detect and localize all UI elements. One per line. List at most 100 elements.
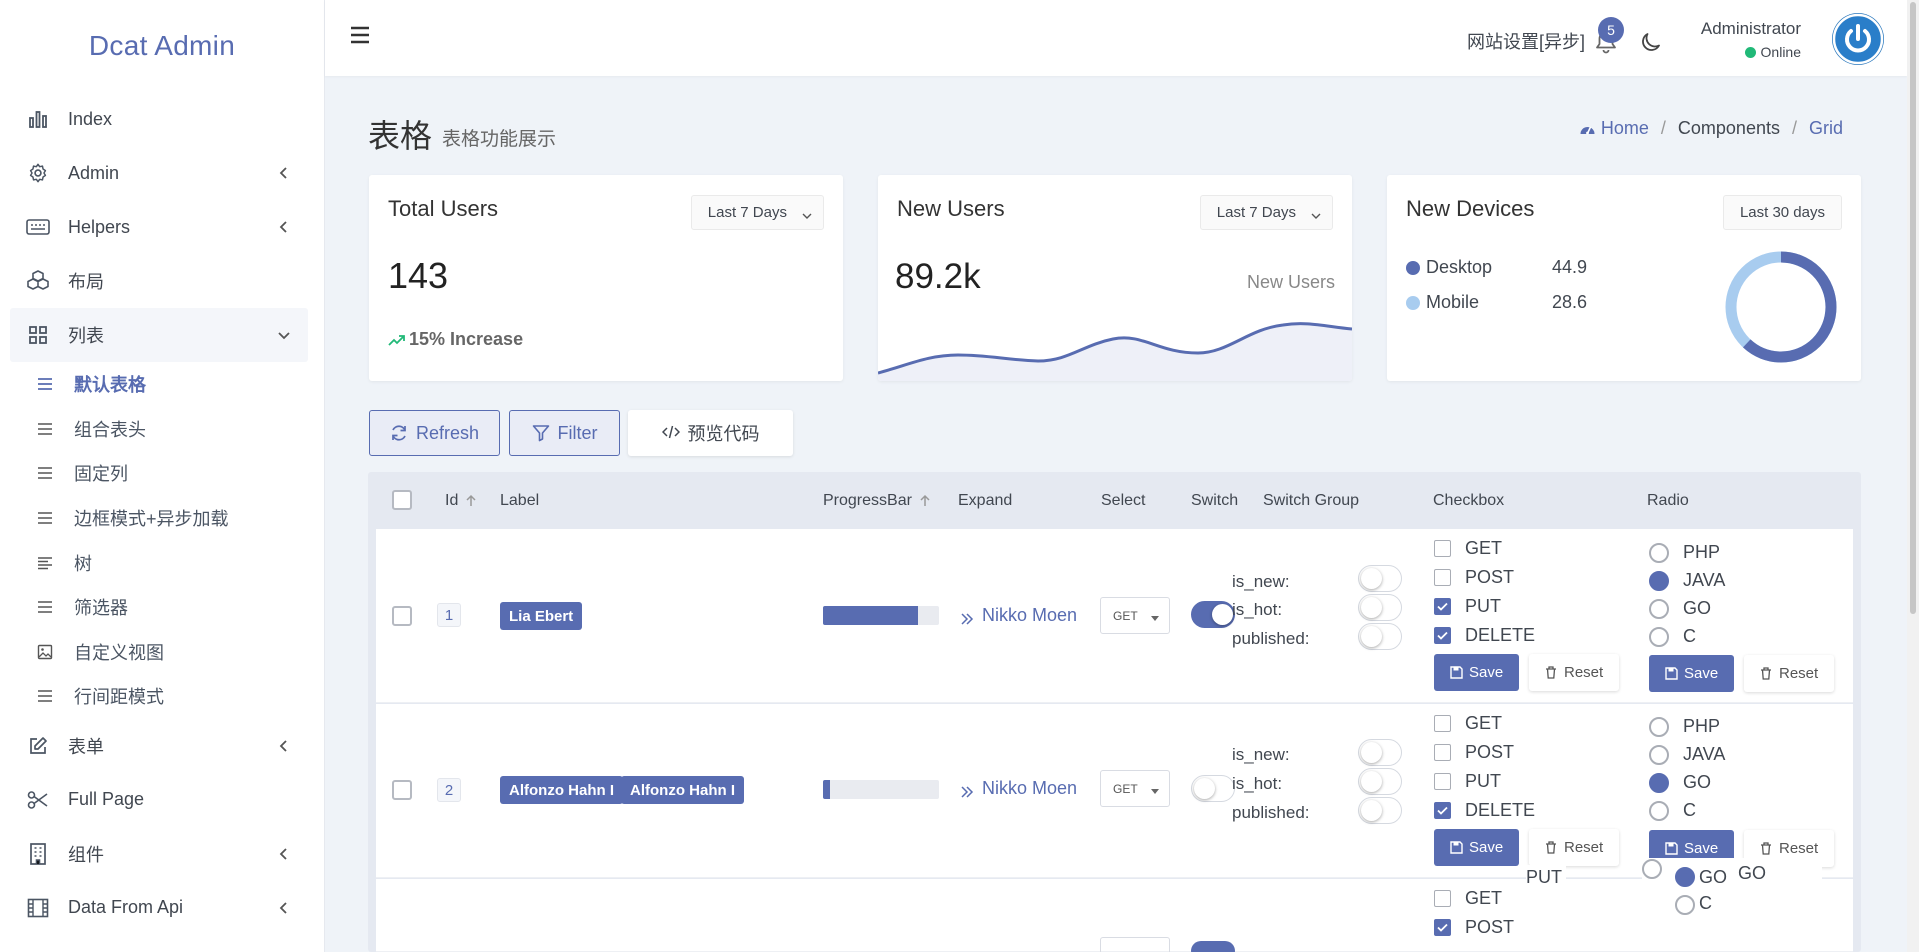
double-chevron-right-icon [960,609,974,625]
expand-link[interactable]: Nikko Moen [960,605,1077,626]
checkbox-reset-button[interactable]: Reset [1529,654,1620,691]
breadcrumb-home[interactable]: Home [1601,118,1649,139]
refresh-button[interactable]: Refresh [369,410,500,456]
is-hot-switch[interactable] [1358,594,1402,621]
method-select[interactable]: GET [1100,597,1170,634]
menu-toggle-icon[interactable] [350,26,370,46]
sidebar-item-label: 表单 [68,736,104,757]
status-switch[interactable] [1191,601,1235,628]
range-dropdown[interactable]: Last 7 Days [1199,195,1333,230]
sidebar-subitem-row-spacing[interactable]: 行间距模式 [0,674,324,719]
total-users-card: Total Users Last 7 Days 143 15% Increase [369,175,843,381]
legend-desktop: Desktop 44.9 [1406,257,1587,278]
checkbox-option-get[interactable]: GET [1434,713,1502,734]
site-setting-link[interactable]: 网站设置[异步] [1467,28,1585,54]
checkbox-option-delete[interactable]: DELETE [1434,625,1535,646]
checkbox-save-button[interactable]: Save [1434,829,1520,866]
trash-icon [1760,667,1773,680]
overlay-put-label: PUT [1526,867,1562,887]
status-switch[interactable] [1191,941,1235,952]
column-id[interactable]: Id [445,492,478,510]
legend-dot-icon [1406,260,1420,275]
sidebar-item-admin[interactable]: Admin [10,146,308,200]
radio-option-c[interactable]: C [1649,800,1696,821]
double-chevron-right-icon [960,782,974,798]
published-switch[interactable] [1358,623,1402,650]
filter-button[interactable]: Filter [509,410,620,456]
overlay-put-option[interactable]: PUT [1526,865,1566,887]
sidebar-subitem-label: 固定列 [74,464,128,485]
checkbox-option-post[interactable]: POST [1434,917,1514,938]
chevron-left-icon [276,219,292,235]
radio-option-java[interactable]: JAVA [1649,570,1725,591]
sidebar-subitem-fixed-columns[interactable]: 固定列 [0,451,324,496]
checkbox-option-post[interactable]: POST [1434,567,1514,588]
published-switch[interactable] [1358,797,1402,824]
select-all-checkbox[interactable] [392,490,412,510]
page-title: 表格 [368,118,433,154]
sidebar-item-list[interactable]: 列表 [10,308,308,362]
radio-option-php[interactable]: PHP [1649,716,1720,737]
notification-badge: 5 [1598,17,1624,43]
sidebar-subitem-custom-view[interactable]: 自定义视图 [0,630,324,675]
checkbox-option-get[interactable]: GET [1434,888,1502,909]
sidebar-item-data-from-api[interactable]: Data From Api [10,881,308,935]
floppy-icon [1450,666,1463,679]
trash-icon [1760,842,1773,855]
checkbox-reset-button[interactable]: Reset [1529,829,1620,866]
breadcrumb-grid[interactable]: Grid [1809,118,1843,139]
method-select[interactable] [1100,937,1170,952]
is-new-switch[interactable] [1358,739,1402,766]
checkbox-option-post[interactable]: POST [1434,742,1514,763]
sidebar-item-components[interactable]: 组件 [10,827,308,881]
breadcrumb-components[interactable]: Components [1678,118,1780,139]
checkbox-option-put[interactable]: PUT [1434,596,1501,617]
preview-code-button[interactable]: 预览代码 [628,410,793,456]
vertical-scrollbar[interactable] [1907,0,1919,952]
scrollbar-thumb[interactable] [1910,2,1916,614]
sidebar: Dcat Admin Index Admin Helpers 布局 列表 默认表… [0,0,325,952]
sidebar-subitem-border-mode[interactable]: 边框模式+异步加载 [0,496,324,541]
radio-option-php[interactable]: PHP [1649,542,1720,563]
radio-save-button[interactable]: Save [1649,655,1735,692]
method-select[interactable]: GET [1100,770,1170,807]
checkbox-box [1434,540,1451,557]
row-checkbox[interactable] [392,606,412,631]
radio-option-go[interactable]: GO [1649,598,1711,619]
brand-logo[interactable]: Dcat Admin [0,0,324,92]
radio-option-go[interactable]: GO [1649,772,1711,793]
image-icon [36,643,54,661]
is-hot-switch[interactable] [1358,768,1402,795]
range-dropdown[interactable]: Last 7 Days [690,195,824,230]
radio-option-c[interactable]: C [1649,626,1696,647]
checkbox-option-get[interactable]: GET [1434,538,1502,559]
avatar[interactable] [1832,13,1884,65]
is-new-switch[interactable] [1358,565,1402,592]
row-checkbox[interactable] [392,780,412,805]
sidebar-item-helpers[interactable]: Helpers [10,200,308,254]
range-dropdown-value: Last 7 Days [707,204,787,221]
user-name[interactable]: Administrator [1701,19,1801,39]
radio-option-java[interactable]: JAVA [1649,744,1725,765]
sidebar-subitem-tree[interactable]: 树 [0,540,324,585]
sidebar-subitem-default-table[interactable]: 默认表格 [0,362,324,407]
moon-icon[interactable] [1639,30,1663,54]
radio-reset-button[interactable]: Reset [1744,655,1835,692]
checkbox-save-button[interactable]: Save [1434,654,1520,691]
sidebar-item-form[interactable]: 表单 [10,719,308,773]
checkbox-option-delete[interactable]: DELETE [1434,800,1535,821]
switch-group-label: is_new: [1232,572,1290,591]
column-progress[interactable]: ProgressBar [823,492,932,510]
sidebar-item-full-page[interactable]: Full Page [10,773,308,827]
checkbox-option-put[interactable]: PUT [1434,771,1501,792]
sidebar-subitem-filter[interactable]: 筛选器 [0,585,324,630]
sidebar-item-layout[interactable]: 布局 [10,254,308,308]
breadcrumb-separator: / [1660,118,1666,138]
range-dropdown[interactable]: Last 30 days [1722,195,1842,230]
sidebar-item-index[interactable]: Index [10,92,308,146]
option-label: GO [1683,772,1712,792]
chevron-down-icon [802,208,812,219]
status-switch[interactable] [1191,775,1235,802]
sidebar-subitem-combined-header[interactable]: 组合表头 [0,407,324,452]
expand-link[interactable]: Nikko Moen [960,778,1077,799]
